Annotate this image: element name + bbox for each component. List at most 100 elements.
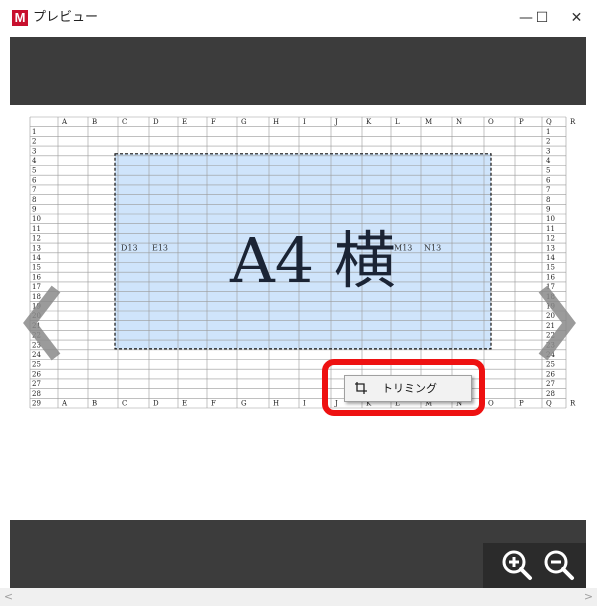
bottom-row-cell: A [61, 400, 68, 408]
row-number-right: 26 [546, 370, 555, 378]
row-number-right: 1 [546, 128, 550, 136]
row-number: 11 [32, 225, 41, 233]
row-number: 3 [32, 147, 36, 155]
row-number: 15 [32, 264, 41, 272]
row-number-right: 27 [546, 380, 555, 388]
cell-label: M13 [394, 243, 412, 252]
close-icon: ✕ [570, 10, 583, 26]
row-number: 14 [32, 254, 41, 262]
zoom-out-button[interactable] [543, 549, 575, 581]
row-number: 29 [32, 400, 41, 408]
bottom-row-cell: E [182, 400, 187, 408]
spreadsheet-preview[interactable]: A B C D E F G H I J K L M N O P Q R1 12 23 34 45 56 67 78 89 910 10… [10, 105, 586, 520]
row-number-right: 14 [546, 254, 555, 262]
scroll-right-arrow[interactable]: > [580, 588, 597, 606]
row-number-right: 6 [546, 176, 551, 184]
column-header: L [395, 118, 400, 126]
column-header: G [241, 118, 247, 126]
cell-label: E13 [152, 243, 168, 252]
column-header: F [211, 118, 216, 126]
horizontal-scrollbar[interactable]: < > [0, 588, 597, 606]
preview-page: A B C D E F G H I J K L M N O P Q R 1 1 2 2 3 3 4 4 5 5 6 6 7 7 8 8 9 9 10 10… [10, 105, 586, 520]
column-header: D [153, 118, 159, 126]
bottom-row-cell: P [519, 400, 524, 408]
zoom-in-button[interactable] [501, 549, 533, 581]
row-number: 8 [32, 196, 36, 204]
title-bar: M プレビュー — ☐ ✕ [0, 0, 597, 37]
cell-label: N13 [424, 243, 441, 252]
row-number: 26 [32, 370, 41, 378]
cell-label: D13 [121, 243, 138, 252]
column-header: E [182, 118, 187, 126]
row-number-right: 7 [546, 186, 550, 194]
row-number-right: 12 [546, 235, 555, 243]
chevron-left-icon [23, 285, 61, 361]
row-number-right: 10 [546, 215, 555, 223]
column-header: K [366, 118, 372, 126]
bottom-row-cell: Q [546, 400, 552, 408]
column-header: I [303, 118, 306, 126]
annotation-highlight-box [322, 359, 485, 416]
zoom-out-icon [544, 550, 574, 580]
row-number: 5 [32, 167, 36, 175]
zoom-in-icon [502, 550, 532, 580]
row-number: 2 [32, 138, 36, 146]
bottom-row-cell: R [570, 400, 576, 408]
row-number: 16 [32, 273, 41, 281]
prev-page-button[interactable] [22, 285, 64, 361]
column-header: R [570, 118, 576, 126]
bottom-row-cell: C [122, 400, 127, 408]
row-number: 6 [32, 176, 37, 184]
row-number: 9 [32, 206, 36, 214]
next-page-button[interactable] [535, 285, 577, 361]
column-header: B [92, 118, 97, 126]
column-header: P [519, 118, 524, 126]
row-number-right: 9 [546, 206, 550, 214]
selection-title: A4 横 [229, 224, 396, 297]
bottom-row-cell: B [92, 400, 97, 408]
row-number-right: 5 [546, 167, 550, 175]
zoom-toolbar [483, 543, 586, 588]
row-number-right: 25 [546, 361, 555, 369]
maximize-icon: ☐ [535, 10, 549, 26]
scroll-track[interactable] [17, 588, 580, 606]
column-header: J [334, 118, 338, 126]
row-number-right: 16 [546, 273, 555, 281]
column-header: N [456, 118, 462, 126]
column-header: Q [546, 118, 552, 126]
row-number: 13 [32, 244, 41, 252]
row-number: 10 [32, 215, 41, 223]
bottom-row-cell: I [303, 400, 306, 408]
row-number-right: 4 [546, 157, 551, 165]
scroll-left-arrow[interactable]: < [0, 588, 17, 606]
row-number-right: 2 [546, 138, 550, 146]
row-number: 27 [32, 380, 41, 388]
app-icon: M [12, 10, 28, 26]
column-header: A [61, 118, 68, 126]
row-number: 25 [32, 361, 41, 369]
close-button[interactable]: ✕ [556, 0, 597, 37]
row-number: 4 [32, 157, 37, 165]
bottom-row-cell: F [211, 400, 216, 408]
row-number-right: 11 [546, 225, 555, 233]
bottom-row-cell: D [153, 400, 159, 408]
column-header: H [273, 118, 279, 126]
row-number-right: 3 [546, 147, 550, 155]
row-number-right: 8 [546, 196, 550, 204]
row-number: 12 [32, 235, 41, 243]
bottom-row-cell: H [273, 400, 279, 408]
preview-area: A B C D E F G H I J K L M N O P Q R 1 1 2 2 3 3 4 4 5 5 6 6 7 7 8 8 9 9 10 10… [10, 37, 586, 588]
column-header: O [488, 118, 494, 126]
row-number-right: 28 [546, 390, 555, 398]
column-header: M [425, 118, 432, 126]
row-number: 1 [32, 128, 36, 136]
row-number: 7 [32, 186, 36, 194]
row-number-right: 15 [546, 264, 555, 272]
chevron-right-icon [538, 285, 576, 361]
column-header: C [122, 118, 127, 126]
row-number-right: 13 [546, 244, 555, 252]
row-number: 28 [32, 390, 41, 398]
window-title: プレビュー [33, 10, 99, 25]
bottom-row-cell: O [488, 400, 494, 408]
bottom-row-cell: G [241, 400, 247, 408]
